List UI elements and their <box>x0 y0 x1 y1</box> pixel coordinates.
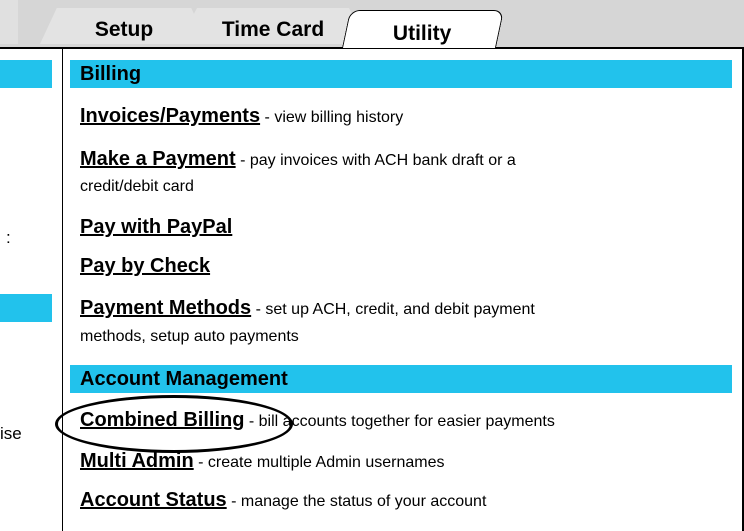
item-description: - pay invoices with ACH bank draft or a <box>235 152 516 169</box>
left-section-bar <box>0 60 52 88</box>
left-fragment-use: ise <box>0 424 22 443</box>
tab-time-card[interactable]: Time Card <box>178 8 368 44</box>
list-item: Payment Methods - set up ACH, credit, an… <box>80 298 535 320</box>
make-a-payment-link[interactable]: Make a Payment <box>80 148 236 170</box>
item-description-continued: credit/debit card <box>80 178 194 195</box>
left-fragment-colon: : <box>6 228 11 247</box>
tab-utility-label: Utility <box>392 22 452 45</box>
multi-admin-link[interactable]: Multi Admin <box>80 450 194 472</box>
list-item: Pay by Check <box>80 256 210 278</box>
item-description: - view billing history <box>260 109 404 126</box>
list-item: Multi Admin - create multiple Admin user… <box>80 451 444 473</box>
payment-methods-link[interactable]: Payment Methods <box>80 297 251 319</box>
list-item: Pay with PayPal <box>80 217 232 239</box>
list-item: Make a Payment - pay invoices with ACH b… <box>80 149 516 171</box>
panel-right-border <box>742 48 744 531</box>
pay-with-paypal-link[interactable]: Pay with PayPal <box>80 216 232 238</box>
tab-stub <box>0 0 18 44</box>
invoices-payments-link[interactable]: Invoices/Payments <box>80 105 260 127</box>
item-description: - manage the status of your account <box>226 493 487 510</box>
account-status-link[interactable]: Account Status <box>80 489 227 511</box>
item-description: - create multiple Admin usernames <box>193 454 445 471</box>
list-item: Invoices/Payments - view billing history <box>80 106 403 128</box>
section-header-account-management: Account Management <box>70 365 732 393</box>
tab-utility[interactable]: Utility <box>341 10 505 48</box>
section-header-billing: Billing <box>70 60 732 88</box>
highlight-ellipse <box>55 395 293 453</box>
list-item: Account Status - manage the status of yo… <box>80 490 486 512</box>
pay-by-check-link[interactable]: Pay by Check <box>80 255 210 277</box>
item-description-continued: methods, setup auto payments <box>80 328 299 345</box>
left-panel: : ise <box>0 48 63 531</box>
item-description: - set up ACH, credit, and debit payment <box>251 301 535 318</box>
left-section-bar <box>0 294 52 322</box>
tab-bar: Setup Time Card Utility <box>0 0 744 48</box>
